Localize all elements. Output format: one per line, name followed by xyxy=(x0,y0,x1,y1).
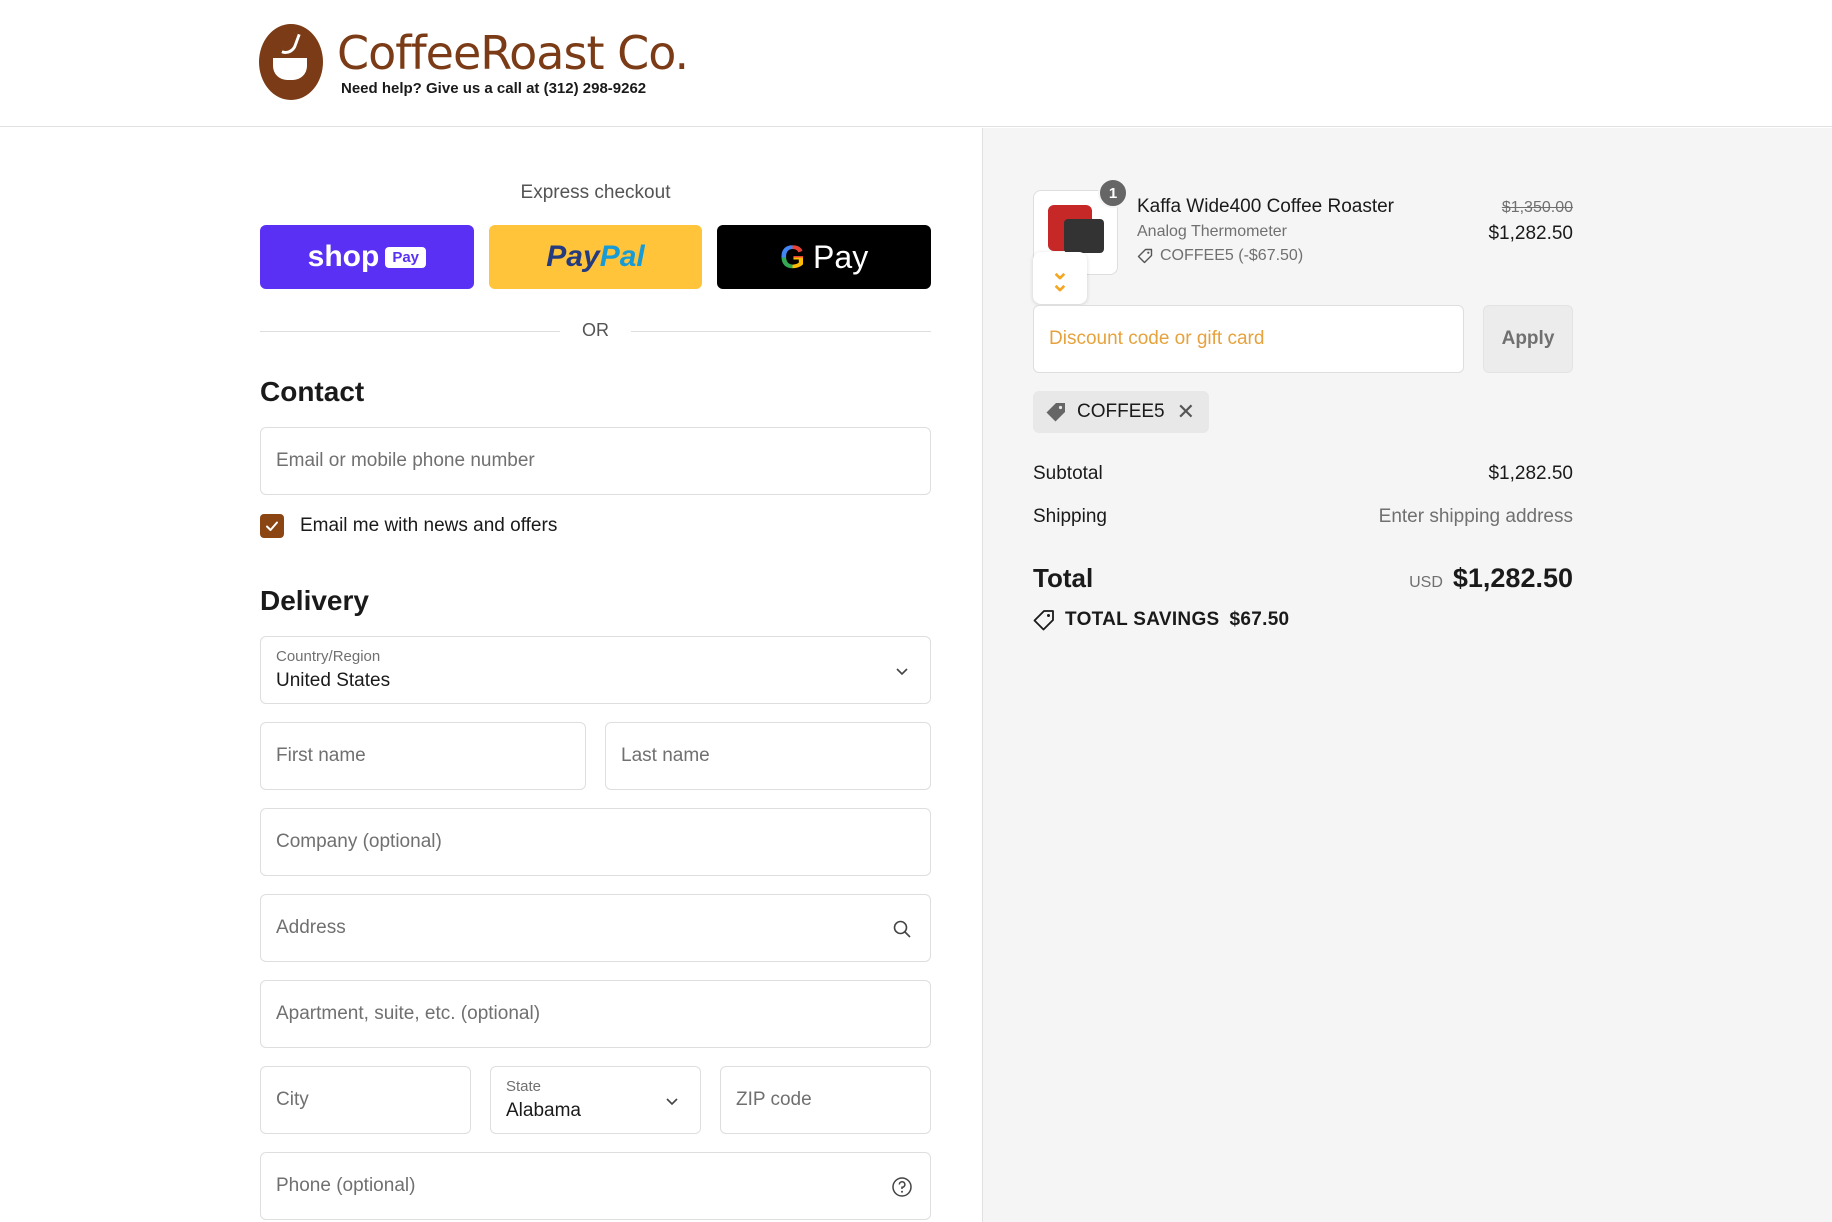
applied-discount-chip: COFFEE5 ✕ xyxy=(1033,391,1210,433)
city-field[interactable]: City xyxy=(260,1066,471,1134)
subtotal-label: Subtotal xyxy=(1033,463,1103,484)
chevron-down-icon xyxy=(660,1089,684,1113)
brand-logo[interactable]: CoffeeRoast Co. Need help? Give us a cal… xyxy=(259,24,689,100)
quantity-badge: 1 xyxy=(1098,178,1128,208)
country-label: Country/Region xyxy=(276,648,381,665)
address-field[interactable]: Address xyxy=(260,894,931,962)
tag-icon xyxy=(1137,248,1153,264)
savings-value: $67.50 xyxy=(1229,609,1290,630)
country-select[interactable]: Country/Region United States xyxy=(260,636,931,704)
phone-placeholder: Phone (optional) xyxy=(276,1175,416,1196)
paypal-logo-part1: Pay xyxy=(546,240,600,273)
remove-discount-icon[interactable]: ✕ xyxy=(1177,399,1195,425)
express-pay-buttons: shop Pay Pay Pal G Pay xyxy=(260,225,932,289)
order-summary-panel xyxy=(982,128,1832,1222)
apartment-field[interactable]: Apartment, suite, etc. (optional) xyxy=(260,980,931,1048)
product-discount-text: COFFEE5 (-$67.50) xyxy=(1160,247,1304,264)
subtotal-value: $1,282.50 xyxy=(1488,463,1573,484)
discount-code-input[interactable]: Discount code or gift card xyxy=(1033,305,1464,373)
coffee-cup-icon xyxy=(259,24,323,100)
newsletter-label: Email me with news and offers xyxy=(300,515,558,536)
shipping-value: Enter shipping address xyxy=(1378,506,1573,527)
city-placeholder: City xyxy=(276,1089,309,1110)
product-variant: Analog Thermometer xyxy=(1137,223,1287,240)
company-field[interactable]: Company (optional) xyxy=(260,808,931,876)
site-header: CoffeeRoast Co. Need help? Give us a cal… xyxy=(0,0,1832,127)
company-placeholder: Company (optional) xyxy=(276,831,442,852)
email-field[interactable]: Email or mobile phone number xyxy=(260,427,931,495)
delivery-heading: Delivery xyxy=(260,585,369,616)
shipping-row: Shipping Enter shipping address xyxy=(1033,506,1573,528)
shipping-label: Shipping xyxy=(1033,506,1107,527)
state-value: Alabama xyxy=(506,1100,581,1121)
newsletter-row[interactable]: Email me with news and offers xyxy=(260,514,557,538)
last-name-placeholder: Last name xyxy=(621,745,710,766)
original-price: $1,350.00 xyxy=(1501,199,1573,216)
checkmark-icon xyxy=(266,521,278,531)
shop-pay-button[interactable]: shop Pay xyxy=(260,225,474,289)
double-chevron-down-icon[interactable]: ⌄ ⌄ xyxy=(1033,252,1087,304)
tag-icon xyxy=(1046,403,1065,422)
paypal-logo-part2: Pal xyxy=(599,240,645,273)
total-value: $1,282.50 xyxy=(1452,563,1573,593)
product-discount: COFFEE5 (-$67.50) xyxy=(1137,247,1303,265)
total-amount-group: USD $1,282.50 xyxy=(1409,563,1573,594)
help-phone-text: Need help? Give us a call at (312) 298-9… xyxy=(341,80,647,97)
apply-discount-button[interactable]: Apply xyxy=(1483,305,1573,373)
shop-pay-badge: Pay xyxy=(385,246,427,268)
google-pay-label: Pay xyxy=(813,238,869,275)
country-value: United States xyxy=(276,670,391,691)
newsletter-checkbox[interactable] xyxy=(260,514,284,538)
phone-field[interactable]: Phone (optional) xyxy=(260,1152,931,1220)
paypal-button[interactable]: Pay Pal xyxy=(488,225,703,289)
apartment-placeholder: Apartment, suite, etc. (optional) xyxy=(276,1003,541,1024)
shop-pay-logo: shop xyxy=(307,240,380,273)
contact-heading: Contact xyxy=(260,376,365,407)
cart-line-item: 1 ⌄ ⌄ Kaffa Wide400 Coffee Roaster Analog… xyxy=(1033,178,1573,304)
brand-name: CoffeeRoast Co. xyxy=(337,26,689,80)
applied-code-text: COFFEE5 xyxy=(1077,401,1165,422)
email-placeholder: Email or mobile phone number xyxy=(276,450,535,471)
first-name-field[interactable]: First name xyxy=(260,722,586,790)
subtotal-row: Subtotal $1,282.50 xyxy=(1033,463,1573,485)
zip-placeholder: ZIP code xyxy=(736,1089,812,1110)
tag-icon xyxy=(1033,610,1054,631)
address-placeholder: Address xyxy=(276,917,346,938)
product-price: $1,282.50 xyxy=(1488,223,1573,244)
first-name-placeholder: First name xyxy=(276,745,366,766)
help-circle-icon[interactable] xyxy=(890,1175,914,1199)
search-icon xyxy=(890,917,914,941)
last-name-field[interactable]: Last name xyxy=(605,722,931,790)
google-g-icon: G xyxy=(780,238,806,275)
product-name: Kaffa Wide400 Coffee Roaster xyxy=(1137,196,1395,217)
or-divider: OR xyxy=(260,316,931,346)
discount-placeholder: Discount code or gift card xyxy=(1049,328,1265,349)
chevron-down-icon xyxy=(890,659,914,683)
total-label: Total xyxy=(1033,563,1094,593)
zip-field[interactable]: ZIP code xyxy=(720,1066,931,1134)
google-pay-button[interactable]: G Pay xyxy=(717,225,932,289)
state-label: State xyxy=(506,1078,542,1095)
express-checkout-title: Express checkout xyxy=(520,182,671,203)
or-text: OR xyxy=(582,320,609,340)
savings-label: TOTAL SAVINGS xyxy=(1065,609,1220,630)
state-select[interactable]: State Alabama xyxy=(490,1066,701,1134)
total-savings: TOTAL SAVINGS $67.50 xyxy=(1033,609,1289,631)
currency-code: USD xyxy=(1409,574,1443,591)
